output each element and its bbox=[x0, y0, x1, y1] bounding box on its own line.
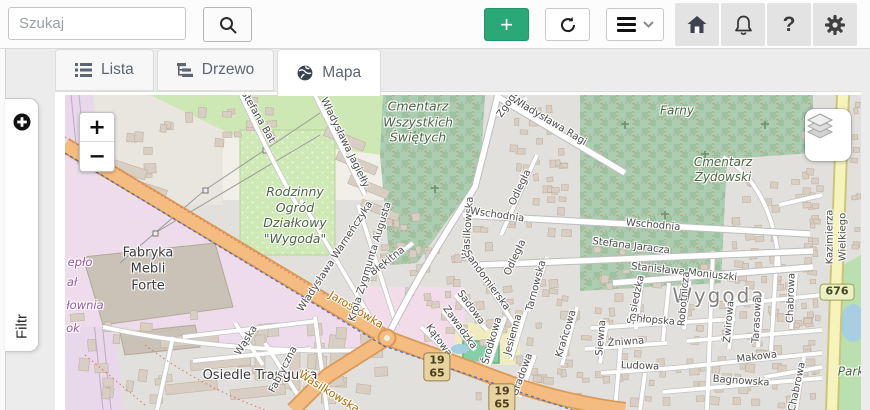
plus-circle-icon[interactable] bbox=[13, 113, 31, 131]
magnifier-icon bbox=[218, 15, 238, 35]
tab-label: Mapa bbox=[322, 64, 361, 82]
layers-icon bbox=[805, 109, 835, 139]
map-canvas bbox=[65, 95, 861, 410]
layers-button[interactable] bbox=[805, 109, 851, 161]
map-zoom-control: + − bbox=[79, 112, 115, 172]
refresh-icon bbox=[558, 15, 578, 35]
question-mark-icon: ? bbox=[783, 13, 796, 37]
map-viewport[interactable]: Cmentarz Wszystkich ŚwiętychRodzinny Ogr… bbox=[65, 95, 861, 410]
menu-button[interactable] bbox=[606, 8, 664, 41]
help-button[interactable]: ? bbox=[767, 3, 811, 46]
list-icon bbox=[75, 63, 92, 77]
search-button[interactable] bbox=[203, 7, 252, 42]
filter-label: Filtr bbox=[13, 314, 30, 339]
refresh-button[interactable] bbox=[545, 8, 590, 41]
search-input[interactable] bbox=[8, 7, 186, 40]
chevron-down-icon bbox=[643, 21, 654, 28]
home-button[interactable] bbox=[675, 3, 719, 46]
add-button[interactable]: + bbox=[484, 8, 529, 41]
bell-icon bbox=[733, 14, 754, 36]
tab-label: Drzewo bbox=[202, 61, 255, 79]
tab-drzewo[interactable]: Drzewo bbox=[157, 49, 275, 91]
home-icon bbox=[686, 14, 708, 35]
tab-label: Lista bbox=[101, 61, 134, 79]
settings-button[interactable] bbox=[813, 3, 857, 46]
gear-icon bbox=[824, 14, 846, 36]
hamburger-icon bbox=[617, 14, 636, 35]
notifications-button[interactable] bbox=[721, 3, 765, 46]
filter-panel[interactable]: Filtr bbox=[5, 98, 39, 352]
toolbar: + ? bbox=[0, 0, 870, 49]
tab-bar: Lista Drzewo Mapa bbox=[55, 49, 384, 96]
zoom-out-button[interactable]: − bbox=[80, 142, 114, 171]
zoom-in-button[interactable]: + bbox=[80, 113, 114, 142]
tab-mapa[interactable]: Mapa bbox=[277, 49, 381, 96]
globe-icon bbox=[297, 65, 313, 81]
tab-lista[interactable]: Lista bbox=[55, 49, 154, 91]
tree-icon bbox=[177, 63, 193, 77]
